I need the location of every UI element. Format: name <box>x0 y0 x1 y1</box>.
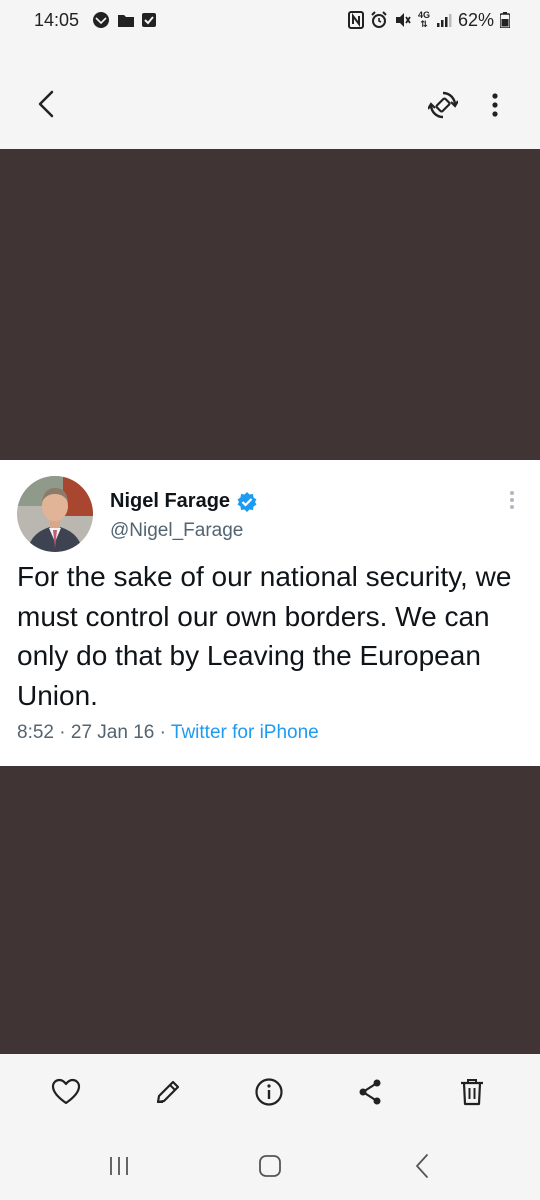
more-options-button[interactable] <box>480 86 510 124</box>
action-bar <box>0 1054 540 1134</box>
favorite-button[interactable] <box>44 1070 88 1114</box>
verified-badge-icon <box>236 491 258 513</box>
info-icon <box>255 1078 283 1106</box>
checkbox-icon <box>141 12 157 28</box>
folder-icon <box>117 12 135 28</box>
home-icon <box>259 1155 281 1177</box>
share-button[interactable] <box>348 1070 392 1114</box>
tweet-time: 8:52 <box>17 722 54 743</box>
delete-button[interactable] <box>450 1070 494 1114</box>
pencil-icon <box>156 1080 180 1104</box>
author-handle: @Nigel_Farage <box>110 520 244 541</box>
top-bar <box>0 40 540 149</box>
more-vertical-icon <box>492 93 498 117</box>
battery-percent: 62% <box>457 9 494 30</box>
rotate-icon <box>428 91 458 119</box>
back-icon <box>38 90 54 118</box>
battery-icon <box>500 12 510 28</box>
status-time: 14:05 <box>34 9 80 30</box>
system-nav-bar <box>0 1134 540 1200</box>
recents-button[interactable] <box>97 1148 141 1184</box>
image-viewer[interactable]: Nigel Farage @Nigel_Farage For the sake … <box>0 149 540 1054</box>
status-right: 4G ⇅ 62% <box>347 9 510 31</box>
nav-back-icon <box>416 1154 428 1178</box>
share-icon <box>359 1079 381 1105</box>
meta-separator: · <box>59 722 66 743</box>
tweet-screenshot: Nigel Farage @Nigel_Farage For the sake … <box>0 460 540 766</box>
alarm-icon <box>370 11 388 29</box>
author-name: Nigel Farage <box>110 490 258 513</box>
app-notification-icon <box>91 10 111 30</box>
avatar <box>17 476 93 552</box>
back-button[interactable] <box>28 84 64 124</box>
trash-icon <box>461 1079 483 1106</box>
tweet-more-icon <box>502 488 522 512</box>
nfc-icon <box>347 11 364 29</box>
meta-separator-2: · <box>159 722 166 743</box>
tweet-meta: 8:52 · 27 Jan 16 · Twitter for iPhone <box>17 722 319 744</box>
status-bar: 14:05 4G ⇅ 62% <box>0 0 540 40</box>
network-4g-icon: 4G ⇅ <box>417 10 430 29</box>
details-button[interactable] <box>247 1070 291 1114</box>
signal-icon <box>436 12 452 28</box>
tweet-date: 27 Jan 16 <box>70 722 155 743</box>
author-name-text: Nigel Farage <box>110 490 231 512</box>
recents-icon <box>110 1157 128 1175</box>
status-left: 14:05 <box>34 10 157 31</box>
edit-button[interactable] <box>146 1070 190 1114</box>
tweet-source: Twitter for iPhone <box>170 722 319 743</box>
mute-icon <box>394 11 412 29</box>
tweet-text: For the sake of our national security, w… <box>17 561 512 711</box>
rotate-button[interactable] <box>424 86 462 124</box>
nav-back-button[interactable] <box>400 1148 444 1184</box>
heart-icon <box>51 1078 81 1105</box>
home-button[interactable] <box>248 1148 292 1184</box>
